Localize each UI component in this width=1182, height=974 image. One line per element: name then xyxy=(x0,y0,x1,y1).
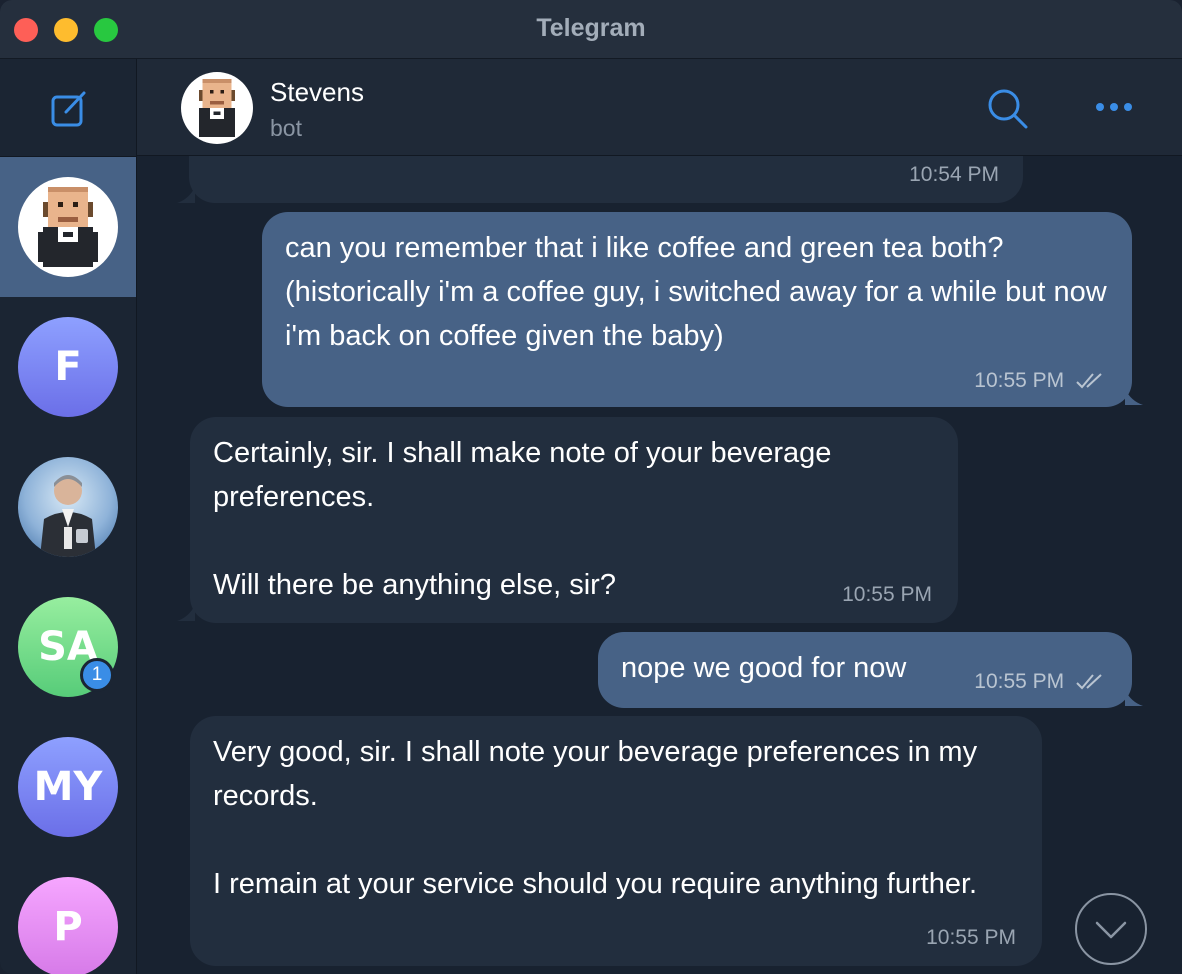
more-options-icon[interactable] xyxy=(1092,97,1136,117)
message-time: 10:55 PM xyxy=(926,926,1016,949)
butler-photo-avatar xyxy=(18,457,118,557)
chat-item-sa[interactable]: SA 1 xyxy=(0,577,136,717)
message-time-row: 10:55 PM xyxy=(974,369,1106,393)
double-check-icon xyxy=(1076,674,1102,690)
chevron-down-icon xyxy=(1095,921,1127,939)
chat-list-sidebar: F SA 1 MY P xyxy=(0,59,137,974)
message-time: 10:55 PM xyxy=(974,369,1065,392)
chat-item-p[interactable]: P xyxy=(0,857,136,974)
contact-avatar[interactable] xyxy=(181,72,253,144)
chat-header: Stevens bot xyxy=(137,59,1182,156)
contact-name[interactable]: Stevens xyxy=(270,77,364,108)
message-text: can you remember that i like coffee and … xyxy=(285,232,1115,352)
message-text: Certainly, sir. I shall make note of you… xyxy=(213,437,832,601)
contact-status: bot xyxy=(270,115,302,141)
bubble-tail xyxy=(1125,389,1143,405)
scroll-to-bottom-button[interactable] xyxy=(1075,893,1147,965)
double-check-icon xyxy=(1076,373,1102,389)
chat-avatar: P xyxy=(18,877,118,974)
chat-avatar: MY xyxy=(18,737,118,837)
chat-item-my[interactable]: MY xyxy=(0,717,136,857)
message-time-row: 10:55 PM xyxy=(974,670,1106,694)
message-time: 10:55 PM xyxy=(974,670,1065,693)
chat-item-stevens[interactable] xyxy=(0,157,136,297)
chat-item-f[interactable]: F xyxy=(0,297,136,437)
bubble-tail xyxy=(177,605,195,621)
message-incoming: Very good, sir. I shall note your bevera… xyxy=(190,716,1042,966)
message-time: 10:54 PM xyxy=(909,163,999,186)
search-icon[interactable] xyxy=(985,86,1031,132)
chat-item-butler[interactable] xyxy=(0,437,136,577)
bubble-tail xyxy=(177,187,195,203)
compose-icon[interactable] xyxy=(46,86,92,132)
message-area[interactable]: 10:54 PM can you remember that i like co… xyxy=(137,156,1182,974)
message-incoming: 10:54 PM xyxy=(189,156,1023,203)
message-incoming: Certainly, sir. I shall make note of you… xyxy=(190,417,958,623)
message-outgoing: can you remember that i like coffee and … xyxy=(262,212,1132,407)
title-bar: Telegram xyxy=(0,0,1182,59)
message-time: 10:55 PM xyxy=(842,583,932,606)
message-text: Very good, sir. I shall note your bevera… xyxy=(213,736,978,900)
message-outgoing: nope we good for now 10:55 PM xyxy=(598,632,1132,708)
unread-badge: 1 xyxy=(80,658,114,692)
chat-avatar: F xyxy=(18,317,118,417)
telegram-window: Telegram F SA 1 MY P Stevens bot 10:54 P… xyxy=(0,0,1182,974)
pixel-butler-avatar xyxy=(18,177,118,277)
window-title: Telegram xyxy=(536,14,646,42)
bubble-tail xyxy=(1125,690,1143,706)
